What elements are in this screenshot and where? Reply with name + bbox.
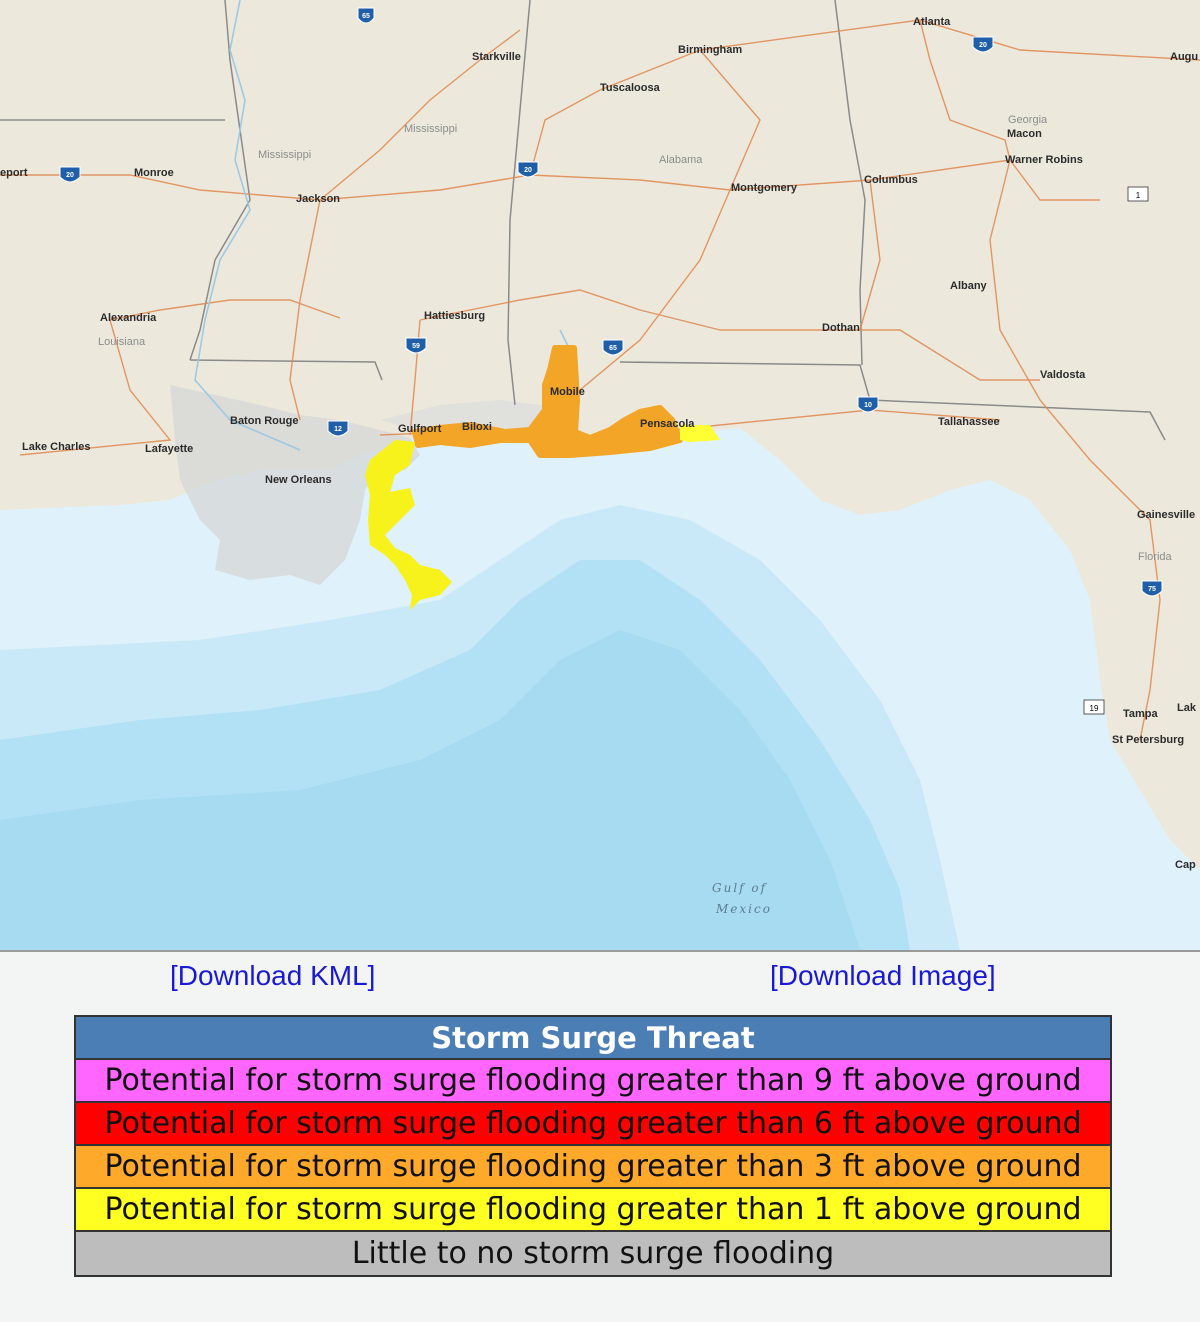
svg-text:Florida: Florida [1138,551,1173,563]
legend-row-9ft: Potential for storm surge flooding great… [76,1060,1110,1103]
svg-text:65: 65 [609,345,617,352]
city-augusta: Augu [1170,51,1198,63]
gulf-label-1: Gulf of [712,881,768,895]
city-monroe: Monroe [134,167,174,179]
bottom-panel: [Download KML] [Download Image] Storm Su… [0,952,1200,1322]
svg-text:1: 1 [1136,191,1141,200]
city-biloxi: Biloxi [462,421,492,433]
city-new-orleans: New Orleans [265,474,332,486]
city-lake-charles: Lake Charles [22,441,90,453]
city-atlanta: Atlanta [913,16,951,28]
city-jackson: Jackson [296,193,340,205]
svg-text:Louisiana: Louisiana [98,336,146,348]
legend-row-6ft: Potential for storm surge flooding great… [76,1103,1110,1146]
city-pensacola: Pensacola [640,418,695,430]
city-lafayette: Lafayette [145,443,193,455]
city-gulfport: Gulfport [398,423,442,435]
storm-surge-legend: Storm Surge Threat Potential for storm s… [74,1015,1112,1277]
svg-text:Mississippi: Mississippi [258,149,311,161]
svg-text:Alabama: Alabama [659,154,703,166]
city-macon: Macon [1007,128,1042,140]
city-columbus: Columbus [864,174,918,186]
legend-row-1ft: Potential for storm surge flooding great… [76,1189,1110,1232]
svg-text:10: 10 [864,402,872,409]
svg-text:Mississippi: Mississippi [404,123,457,135]
city-tuscaloosa: Tuscaloosa [600,82,661,94]
city-cape-coral: Cap [1175,859,1196,871]
svg-text:19: 19 [1090,704,1099,713]
svg-text:20: 20 [524,167,532,174]
city-hattiesburg: Hattiesburg [424,310,485,322]
svg-text:Georgia: Georgia [1008,114,1048,126]
download-kml-link[interactable]: [Download KML] [170,960,375,992]
gulf-label-2: Mexico [715,902,772,916]
city-valdosta: Valdosta [1040,369,1086,381]
svg-text:20: 20 [66,172,74,179]
city-tallahassee: Tallahassee [938,416,1000,428]
svg-text:59: 59 [412,343,420,350]
svg-text:65: 65 [362,13,370,20]
city-gainesville: Gainesville [1137,509,1195,521]
city-alexandria: Alexandria [100,312,157,324]
city-montgomery: Montgomery [731,182,798,194]
svg-text:20: 20 [979,42,987,49]
svg-text:12: 12 [334,426,342,433]
legend-row-3ft: Potential for storm surge flooding great… [76,1146,1110,1189]
city-shreveport: eport [0,167,28,179]
city-baton-rouge: Baton Rouge [230,415,298,427]
svg-text:75: 75 [1148,586,1156,593]
city-warner-robins: Warner Robins [1005,154,1083,166]
storm-surge-map[interactable]: 65 20 20 20 59 65 10 12 75 1 19 Atlanta … [0,0,1200,950]
download-image-link[interactable]: [Download Image] [770,960,996,992]
legend-title: Storm Surge Threat [76,1017,1110,1060]
city-starkville: Starkville [472,51,521,63]
city-tampa: Tampa [1123,708,1159,720]
city-dothan: Dothan [822,322,860,334]
map-canvas[interactable]: 65 20 20 20 59 65 10 12 75 1 19 Atlanta … [0,0,1200,950]
city-lakeland: Lak [1177,702,1197,714]
legend-row-none: Little to no storm surge flooding [76,1232,1110,1275]
city-mobile: Mobile [550,386,585,398]
city-albany: Albany [950,280,988,292]
city-st-petersburg: St Petersburg [1112,734,1184,746]
city-birmingham: Birmingham [678,44,742,56]
